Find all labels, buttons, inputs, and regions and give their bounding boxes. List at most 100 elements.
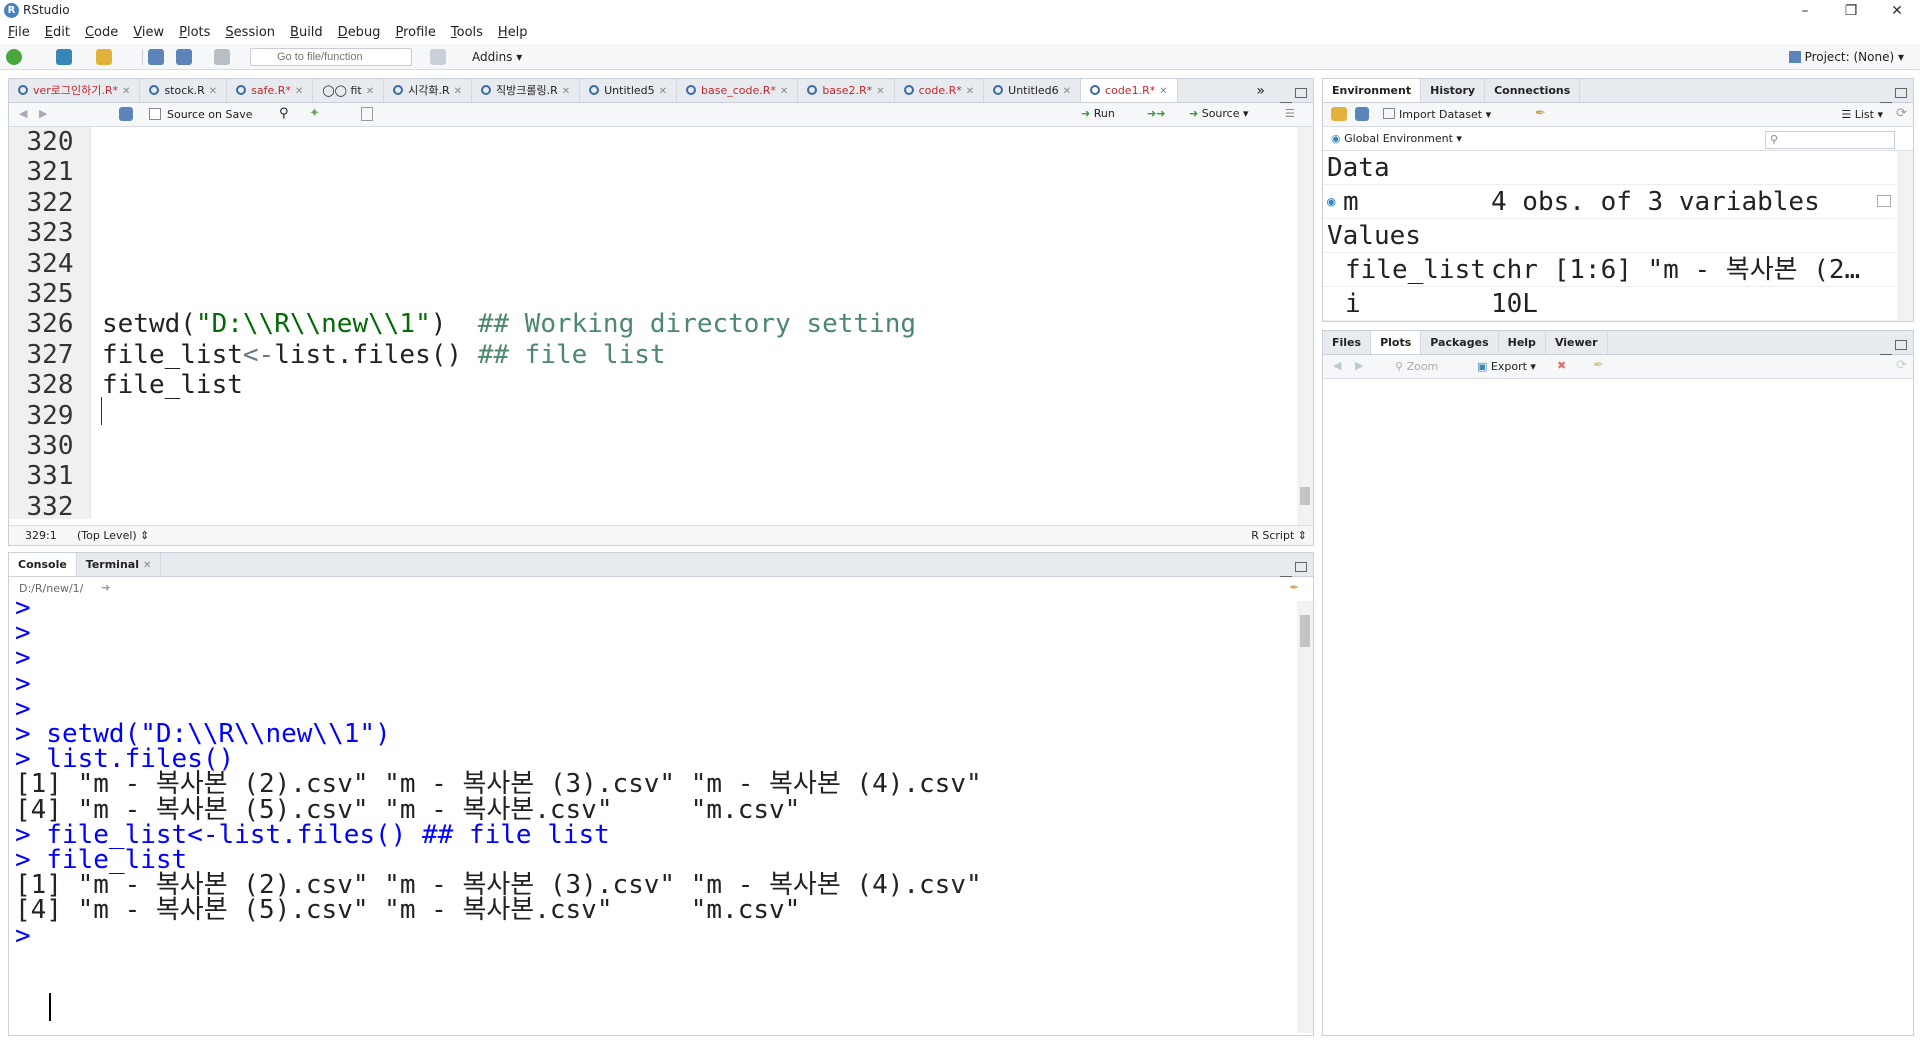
close-tab-icon[interactable]: ✕ xyxy=(966,86,974,97)
editor-tab[interactable]: safe.R* ✕ xyxy=(227,79,314,102)
code-line[interactable]: setwd("D:\\R\\new\\1") ## Working direct… xyxy=(102,309,916,340)
refresh-icon[interactable]: ⟳ xyxy=(1896,106,1907,121)
back-arrow-icon[interactable]: ◀ xyxy=(19,107,27,120)
document-outline-icon[interactable]: ☰ xyxy=(1285,107,1295,120)
addins-menu[interactable]: Addins ▾ xyxy=(472,50,522,64)
editor-tab[interactable]: stock.R ✕ xyxy=(140,79,228,102)
minimize-window-button[interactable]: – xyxy=(1782,0,1828,22)
tab-environment[interactable]: Environment xyxy=(1323,79,1422,102)
scope-selector[interactable]: (Top Level) ⇕ xyxy=(77,526,149,545)
environment-row[interactable]: file_list chr [1:6] "m - 복사본 (2… xyxy=(1323,253,1895,287)
new-file-icon[interactable] xyxy=(6,49,22,65)
file-type-selector[interactable]: R Script ⇕ xyxy=(1251,526,1307,545)
save-icon[interactable] xyxy=(148,49,164,65)
tab-files[interactable]: Files xyxy=(1323,331,1372,354)
menu-debug[interactable]: Debug xyxy=(330,22,388,44)
close-tab-icon[interactable]: ✕ xyxy=(1063,86,1071,97)
menu-session[interactable]: Session xyxy=(217,22,282,44)
search-icon[interactable]: ⚲ xyxy=(279,106,289,121)
expand-arrow-icon[interactable]: ◉ xyxy=(1327,185,1335,219)
import-dataset-button[interactable]: Import Dataset ▾ xyxy=(1383,108,1491,121)
console-minmax-controls[interactable] xyxy=(1277,561,1307,578)
refresh-plot-icon[interactable]: ⟳ xyxy=(1896,358,1907,373)
close-window-button[interactable]: ✕ xyxy=(1874,0,1920,22)
editor-tab[interactable]: base_code.R* ✕ xyxy=(677,79,799,102)
new-project-icon[interactable] xyxy=(56,49,72,65)
goto-file-function-input[interactable] xyxy=(250,48,412,66)
editor-scrollbar[interactable] xyxy=(1297,127,1313,527)
tab-help[interactable]: Help xyxy=(1499,331,1546,354)
close-tab-icon[interactable]: ✕ xyxy=(209,86,217,97)
maximize-pane-icon[interactable] xyxy=(1895,88,1907,98)
editor-tab-active[interactable]: code1.R* ✕ xyxy=(1081,79,1178,102)
tab-connections[interactable]: Connections xyxy=(1485,79,1581,102)
run-button[interactable]: ➜ Run xyxy=(1081,107,1115,120)
workspace-panes-icon[interactable] xyxy=(430,49,446,65)
tab-viewer[interactable]: Viewer xyxy=(1546,331,1608,354)
editor-tab[interactable]: ver로그인하기.R* ✕ xyxy=(9,79,141,102)
environment-row[interactable]: ◉ m 4 obs. of 3 variables xyxy=(1323,185,1895,219)
environment-minmax-controls[interactable] xyxy=(1877,87,1907,104)
menu-profile[interactable]: Profile xyxy=(387,22,442,44)
menu-edit[interactable]: Edit xyxy=(37,22,77,44)
save-workspace-icon[interactable] xyxy=(1355,107,1369,121)
view-data-grid-icon[interactable] xyxy=(1877,195,1891,207)
menu-code[interactable]: Code xyxy=(77,22,125,44)
save-all-icon[interactable] xyxy=(176,49,192,65)
rerun-icon[interactable]: ➜➜ xyxy=(1147,107,1165,120)
print-icon[interactable] xyxy=(214,49,230,65)
clear-console-broom-icon[interactable]: ✒ xyxy=(1290,581,1299,594)
code-line[interactable]: file_list<-list.files() ## file list xyxy=(102,340,666,371)
restore-window-button[interactable]: ❐ xyxy=(1828,0,1874,22)
editor-tab[interactable]: Untitled5 ✕ xyxy=(580,79,678,102)
open-file-icon[interactable] xyxy=(96,49,112,65)
code-tools-wand-icon[interactable]: ✦ xyxy=(309,106,320,121)
close-tab-icon[interactable]: ✕ xyxy=(366,86,374,97)
source-on-save-checkbox[interactable] xyxy=(149,108,161,120)
tab-console[interactable]: Console xyxy=(9,553,77,576)
previous-plot-icon[interactable]: ◀ xyxy=(1333,359,1341,372)
environment-scrollbar[interactable] xyxy=(1897,151,1913,321)
remove-plot-icon[interactable]: ✖ xyxy=(1557,359,1566,372)
next-plot-icon[interactable]: ▶ xyxy=(1355,359,1363,372)
compile-report-icon[interactable] xyxy=(361,107,373,121)
menu-file[interactable]: File xyxy=(0,22,37,44)
close-tab-icon[interactable]: ✕ xyxy=(122,86,130,97)
menu-view[interactable]: View xyxy=(125,22,171,44)
editor-minmax-controls[interactable] xyxy=(1277,87,1307,104)
project-menu[interactable]: Project: (None) ▾ xyxy=(1788,50,1904,64)
close-tab-icon[interactable]: ✕ xyxy=(454,86,462,97)
menu-plots[interactable]: Plots xyxy=(171,22,217,44)
export-button[interactable]: ▣ Export ▾ xyxy=(1477,360,1536,373)
console-scrollbar[interactable] xyxy=(1297,601,1313,1033)
console-scroll-thumb[interactable] xyxy=(1300,615,1310,647)
save-file-icon[interactable] xyxy=(119,107,133,121)
editor-tab[interactable]: ◯◯ fit ✕ xyxy=(313,79,385,102)
files-minmax-controls[interactable] xyxy=(1877,339,1907,356)
environment-row[interactable]: i 10L xyxy=(1323,287,1895,321)
editor-tab[interactable]: 직방크롤링.R ✕ xyxy=(472,79,581,102)
editor-scroll-thumb[interactable] xyxy=(1300,487,1310,505)
clear-workspace-broom-icon[interactable]: ✒ xyxy=(1535,106,1546,121)
environment-search-input[interactable]: ⚲ xyxy=(1765,131,1895,149)
maximize-pane-icon[interactable] xyxy=(1895,340,1907,350)
more-tabs-chevron-icon[interactable]: » xyxy=(1256,83,1265,99)
editor-tab[interactable]: base2.R* ✕ xyxy=(798,79,895,102)
zoom-button[interactable]: ⚲ Zoom xyxy=(1395,360,1438,373)
source-button[interactable]: ➜ Source ▾ xyxy=(1189,107,1249,120)
close-tab-icon[interactable]: ✕ xyxy=(659,86,667,97)
menu-help[interactable]: Help xyxy=(490,22,535,44)
close-tab-icon[interactable]: ✕ xyxy=(143,560,151,571)
tab-plots[interactable]: Plots xyxy=(1371,331,1422,354)
editor-tab[interactable]: Untitled6 ✕ xyxy=(984,79,1082,102)
close-tab-icon[interactable]: ✕ xyxy=(876,86,884,97)
environment-scope-selector[interactable]: ◉ Global Environment ▾ xyxy=(1331,132,1462,145)
close-tab-icon[interactable]: ✕ xyxy=(780,86,788,97)
maximize-pane-icon[interactable] xyxy=(1295,562,1307,572)
editor-tab[interactable]: code.R* ✕ xyxy=(895,79,985,102)
close-tab-icon[interactable]: ✕ xyxy=(295,86,303,97)
clear-plots-broom-icon[interactable]: ✒ xyxy=(1593,358,1604,373)
editor-tab[interactable]: 시각화.R ✕ xyxy=(384,79,472,102)
code-line[interactable]: file_list xyxy=(102,370,243,401)
go-to-directory-icon[interactable]: ➜ xyxy=(101,581,110,594)
